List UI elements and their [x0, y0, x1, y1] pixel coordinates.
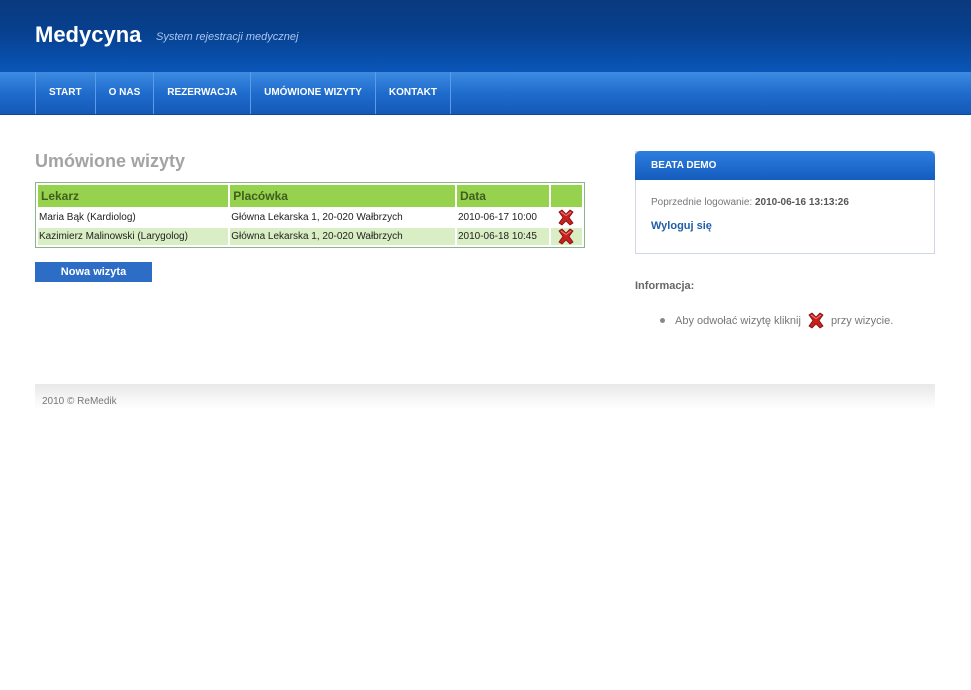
table-row: Maria Bąk (Kardiolog) Główna Lekarska 1,… [38, 209, 582, 226]
nav-item-o-nas[interactable]: O NAS [96, 72, 155, 114]
site-subtitle: System rejestracji medycznej [156, 31, 299, 43]
main-nav: START O NAS REZERWACJA UMÓWIONE WIZYTY K… [0, 72, 971, 115]
info-title: Informacja: [635, 280, 695, 292]
column-header-doctor: Lekarz [38, 185, 229, 207]
header: Medycyna System rejestracji medycznej [0, 0, 971, 72]
cell-action [551, 209, 583, 226]
cell-clinic: Główna Lekarska 1, 20-020 Wałbrzych [231, 212, 403, 223]
info-text-before: Aby odwołać wizytę kliknij [675, 314, 801, 327]
last-login-value: 2010-06-16 13:13:26 [754, 197, 849, 208]
footer-text: 2010 © ReMedik [42, 396, 117, 407]
last-login-label: Poprzednie logowanie: [651, 197, 753, 208]
visits-table: Lekarz Placówka Data Maria Bąk (Kardiolo… [35, 182, 585, 248]
cell-doctor: Kazimierz Malinowski (Larygolog) [38, 228, 229, 245]
last-login: Poprzednie logowanie: 2010-06-16 13:13:2… [651, 197, 849, 208]
bullet-icon [660, 318, 665, 323]
cell-date: 2010-06-17 10:00 [457, 212, 537, 223]
user-name: BEATA DEMO [635, 151, 935, 180]
delete-x-icon[interactable] [557, 228, 575, 245]
nav-item-start[interactable]: START [36, 72, 96, 114]
cell-doctor: Maria Bąk (Kardiolog) [39, 212, 136, 223]
user-panel: BEATA DEMO Poprzednie logowanie: 2010-06… [635, 151, 935, 254]
nav-item-kontakt[interactable]: KONTAKT [376, 72, 452, 114]
cell-action [550, 228, 582, 245]
footer: 2010 © ReMedik [35, 384, 935, 410]
delete-x-icon[interactable] [557, 209, 575, 226]
column-header-date: Data [456, 185, 549, 207]
column-header-clinic: Placówka [230, 185, 455, 207]
column-header-action [550, 185, 582, 207]
logout-link[interactable]: Wyloguj się [651, 220, 712, 232]
nav-list: START O NAS REZERWACJA UMÓWIONE WIZYTY K… [35, 72, 452, 114]
delete-x-icon [807, 312, 825, 329]
cell-clinic: Główna Lekarska 1, 20-020 Wałbrzych [230, 228, 455, 245]
info-list-item: Aby odwołać wizytę kliknij przy wizycie. [660, 312, 893, 329]
table-header-row: Lekarz Placówka Data [38, 185, 582, 207]
nav-item-rezerwacja[interactable]: REZERWACJA [154, 72, 252, 114]
table-row: Kazimierz Malinowski (Larygolog) Główna … [38, 228, 582, 245]
cell-date: 2010-06-18 10:45 [456, 228, 549, 245]
site-title[interactable]: Medycyna [35, 22, 141, 48]
nav-item-umowione-wizyty[interactable]: UMÓWIONE WIZYTY [251, 72, 376, 114]
page-title: Umówione wizyty [35, 151, 186, 171]
new-visit-button[interactable]: Nowa wizyta [35, 262, 152, 282]
info-text-after: przy wizycie. [830, 314, 894, 327]
